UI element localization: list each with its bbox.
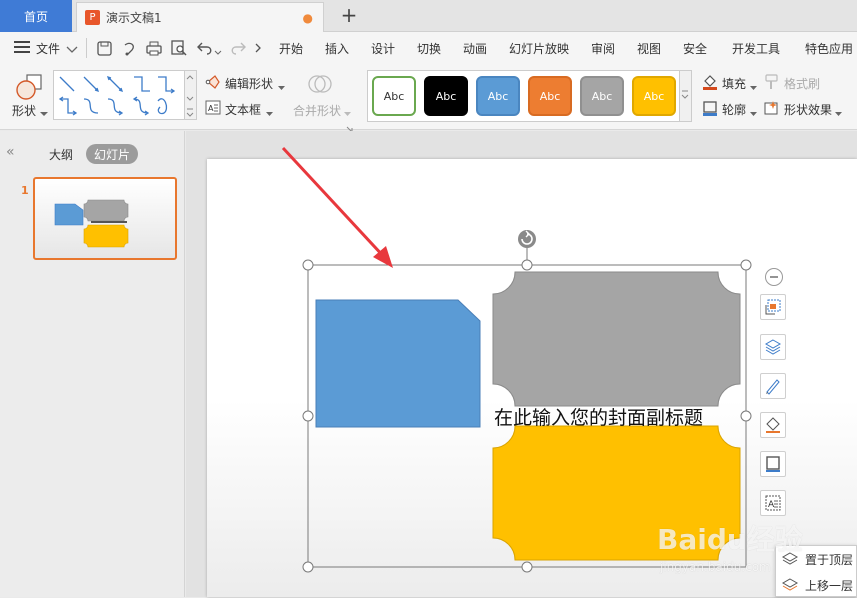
resize-handle-bottom[interactable] [521, 561, 533, 573]
fill-tool[interactable] [760, 412, 786, 438]
annotation-arrow [281, 146, 393, 268]
menu-item-bring-forward[interactable]: 上移一层 [775, 572, 857, 598]
resize-handle-top-left[interactable] [302, 259, 314, 271]
bring-forward-icon [781, 578, 799, 591]
resize-handle-left[interactable] [302, 410, 314, 422]
rotate-handle-icon[interactable] [518, 230, 536, 248]
slide-shapes-layer [281, 146, 752, 573]
layers-icon [764, 339, 782, 355]
text-box-icon: A [765, 495, 781, 511]
collapse-tools-icon[interactable] [765, 268, 783, 286]
svg-text:A: A [768, 500, 775, 510]
resize-handle-right[interactable] [740, 410, 752, 422]
blue-snip-rectangle[interactable] [315, 299, 481, 428]
subtitle-placeholder[interactable]: 在此输入您的封面副标题 [494, 403, 703, 430]
resize-handle-top-right[interactable] [740, 259, 752, 271]
shape-select-tool[interactable] [760, 294, 786, 320]
select-shape-icon [765, 299, 781, 315]
menu-item-label: 上移一层 [805, 578, 854, 593]
layer-tool[interactable] [760, 334, 786, 360]
border-icon [766, 456, 780, 472]
text-tool[interactable]: A [760, 490, 786, 516]
menu-item-label: 置于顶层 [805, 552, 854, 567]
outline-tool[interactable] [760, 451, 786, 477]
resize-handle-bottom-left[interactable] [302, 561, 314, 573]
gray-ticket-shape[interactable] [492, 271, 741, 407]
pen-tool[interactable] [760, 373, 786, 399]
pen-icon [766, 379, 780, 395]
paint-bucket-icon [766, 417, 780, 433]
watermark-url: jingyan.baidu.com [660, 560, 771, 574]
resize-handle-top[interactable] [521, 259, 533, 271]
watermark-brand: Baidu经验 [657, 523, 803, 556]
